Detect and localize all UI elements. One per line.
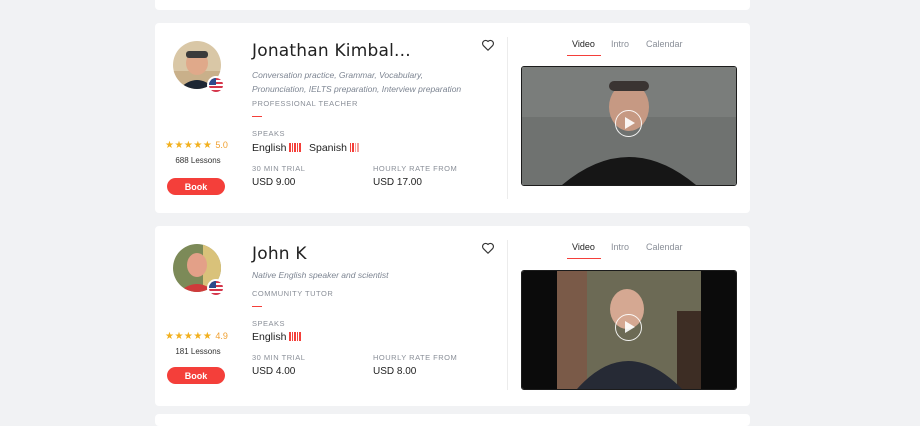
intro-video[interactable] <box>521 270 737 390</box>
tab-intro[interactable]: Intro <box>611 242 629 252</box>
tutor-tags: Native English speaker and scientist <box>252 268 482 282</box>
star-icon: ★★★★★ <box>165 140 213 151</box>
play-icon[interactable] <box>615 314 642 341</box>
star-icon: ★★★★★ <box>165 331 213 342</box>
flag-icon <box>207 279 225 297</box>
tab-calendar[interactable]: Calendar <box>646 242 683 252</box>
rating: ★★★★★ 5.0 688 Lessons <box>165 135 231 165</box>
tab-intro[interactable]: Intro <box>611 39 629 49</box>
rate-price: USD 8.00 <box>373 366 417 377</box>
language-name: English <box>252 142 287 154</box>
intro-video[interactable] <box>521 66 737 186</box>
card-divider <box>507 240 508 390</box>
play-icon[interactable] <box>615 110 642 137</box>
lessons-count: 688 Lessons <box>175 156 221 165</box>
media-tabs: Video Intro Calendar <box>520 39 736 56</box>
trial-price: USD 4.00 <box>252 366 296 377</box>
heart-icon[interactable] <box>481 241 495 255</box>
lessons-count: 181 Lessons <box>175 347 221 356</box>
trial-label: 30 MIN TRIAL <box>252 353 306 362</box>
tutor-card: ★★★★★ 5.0 688 Lessons Book Jonathan Kimba… <box>155 23 750 213</box>
tutor-name[interactable]: John K <box>252 244 307 264</box>
tutor-tags: Conversation practice, Grammar, Vocabula… <box>252 68 482 96</box>
book-button[interactable]: Book <box>167 178 225 195</box>
rating: ★★★★★ 4.9 181 Lessons <box>165 326 231 356</box>
previous-card <box>155 0 750 10</box>
tutor-role: COMMUNITY TUTOR <box>252 289 334 298</box>
heart-icon[interactable] <box>481 38 495 52</box>
rate-label: HOURLY RATE FROM <box>373 353 458 362</box>
tab-calendar[interactable]: Calendar <box>646 39 683 49</box>
speaks-label: SPEAKS <box>252 319 286 328</box>
book-button[interactable]: Book <box>167 367 225 384</box>
tab-video[interactable]: Video <box>572 242 595 252</box>
tags-line: Conversation practice, Grammar, Vocabula… <box>252 70 424 80</box>
rate-label: HOURLY RATE FROM <box>373 164 458 173</box>
language-english: English <box>252 331 302 344</box>
rating-score: 5.0 <box>215 140 228 150</box>
media-tabs: Video Intro Calendar <box>520 242 736 259</box>
tags-line: Native English speaker and scientist <box>252 270 389 280</box>
proficiency-bars <box>289 143 301 155</box>
language-spanish: Spanish <box>309 142 360 155</box>
role-divider <box>252 116 262 117</box>
card-divider <box>507 37 508 199</box>
speaks-label: SPEAKS <box>252 129 286 138</box>
role-divider <box>252 306 262 307</box>
tutor-name[interactable]: Jonathan Kimbal... <box>252 41 411 61</box>
tab-video[interactable]: Video <box>572 39 595 49</box>
language-name: English <box>252 331 287 343</box>
rate-price: USD 17.00 <box>373 177 422 188</box>
language-english: English <box>252 142 302 155</box>
trial-price: USD 9.00 <box>252 177 296 188</box>
tutor-role: PROFESSIONAL TEACHER <box>252 99 358 108</box>
rating-score: 4.9 <box>215 331 228 341</box>
active-tab-indicator <box>567 55 601 56</box>
proficiency-bars <box>289 332 301 344</box>
language-name: Spanish <box>309 142 347 154</box>
tags-line: Pronunciation, IELTS preparation, Interv… <box>252 84 462 94</box>
trial-label: 30 MIN TRIAL <box>252 164 306 173</box>
proficiency-bars <box>349 143 360 155</box>
next-card <box>155 414 750 426</box>
tutor-card: ★★★★★ 4.9 181 Lessons Book John K Native … <box>155 226 750 406</box>
flag-icon <box>207 76 225 94</box>
active-tab-indicator <box>567 258 601 259</box>
